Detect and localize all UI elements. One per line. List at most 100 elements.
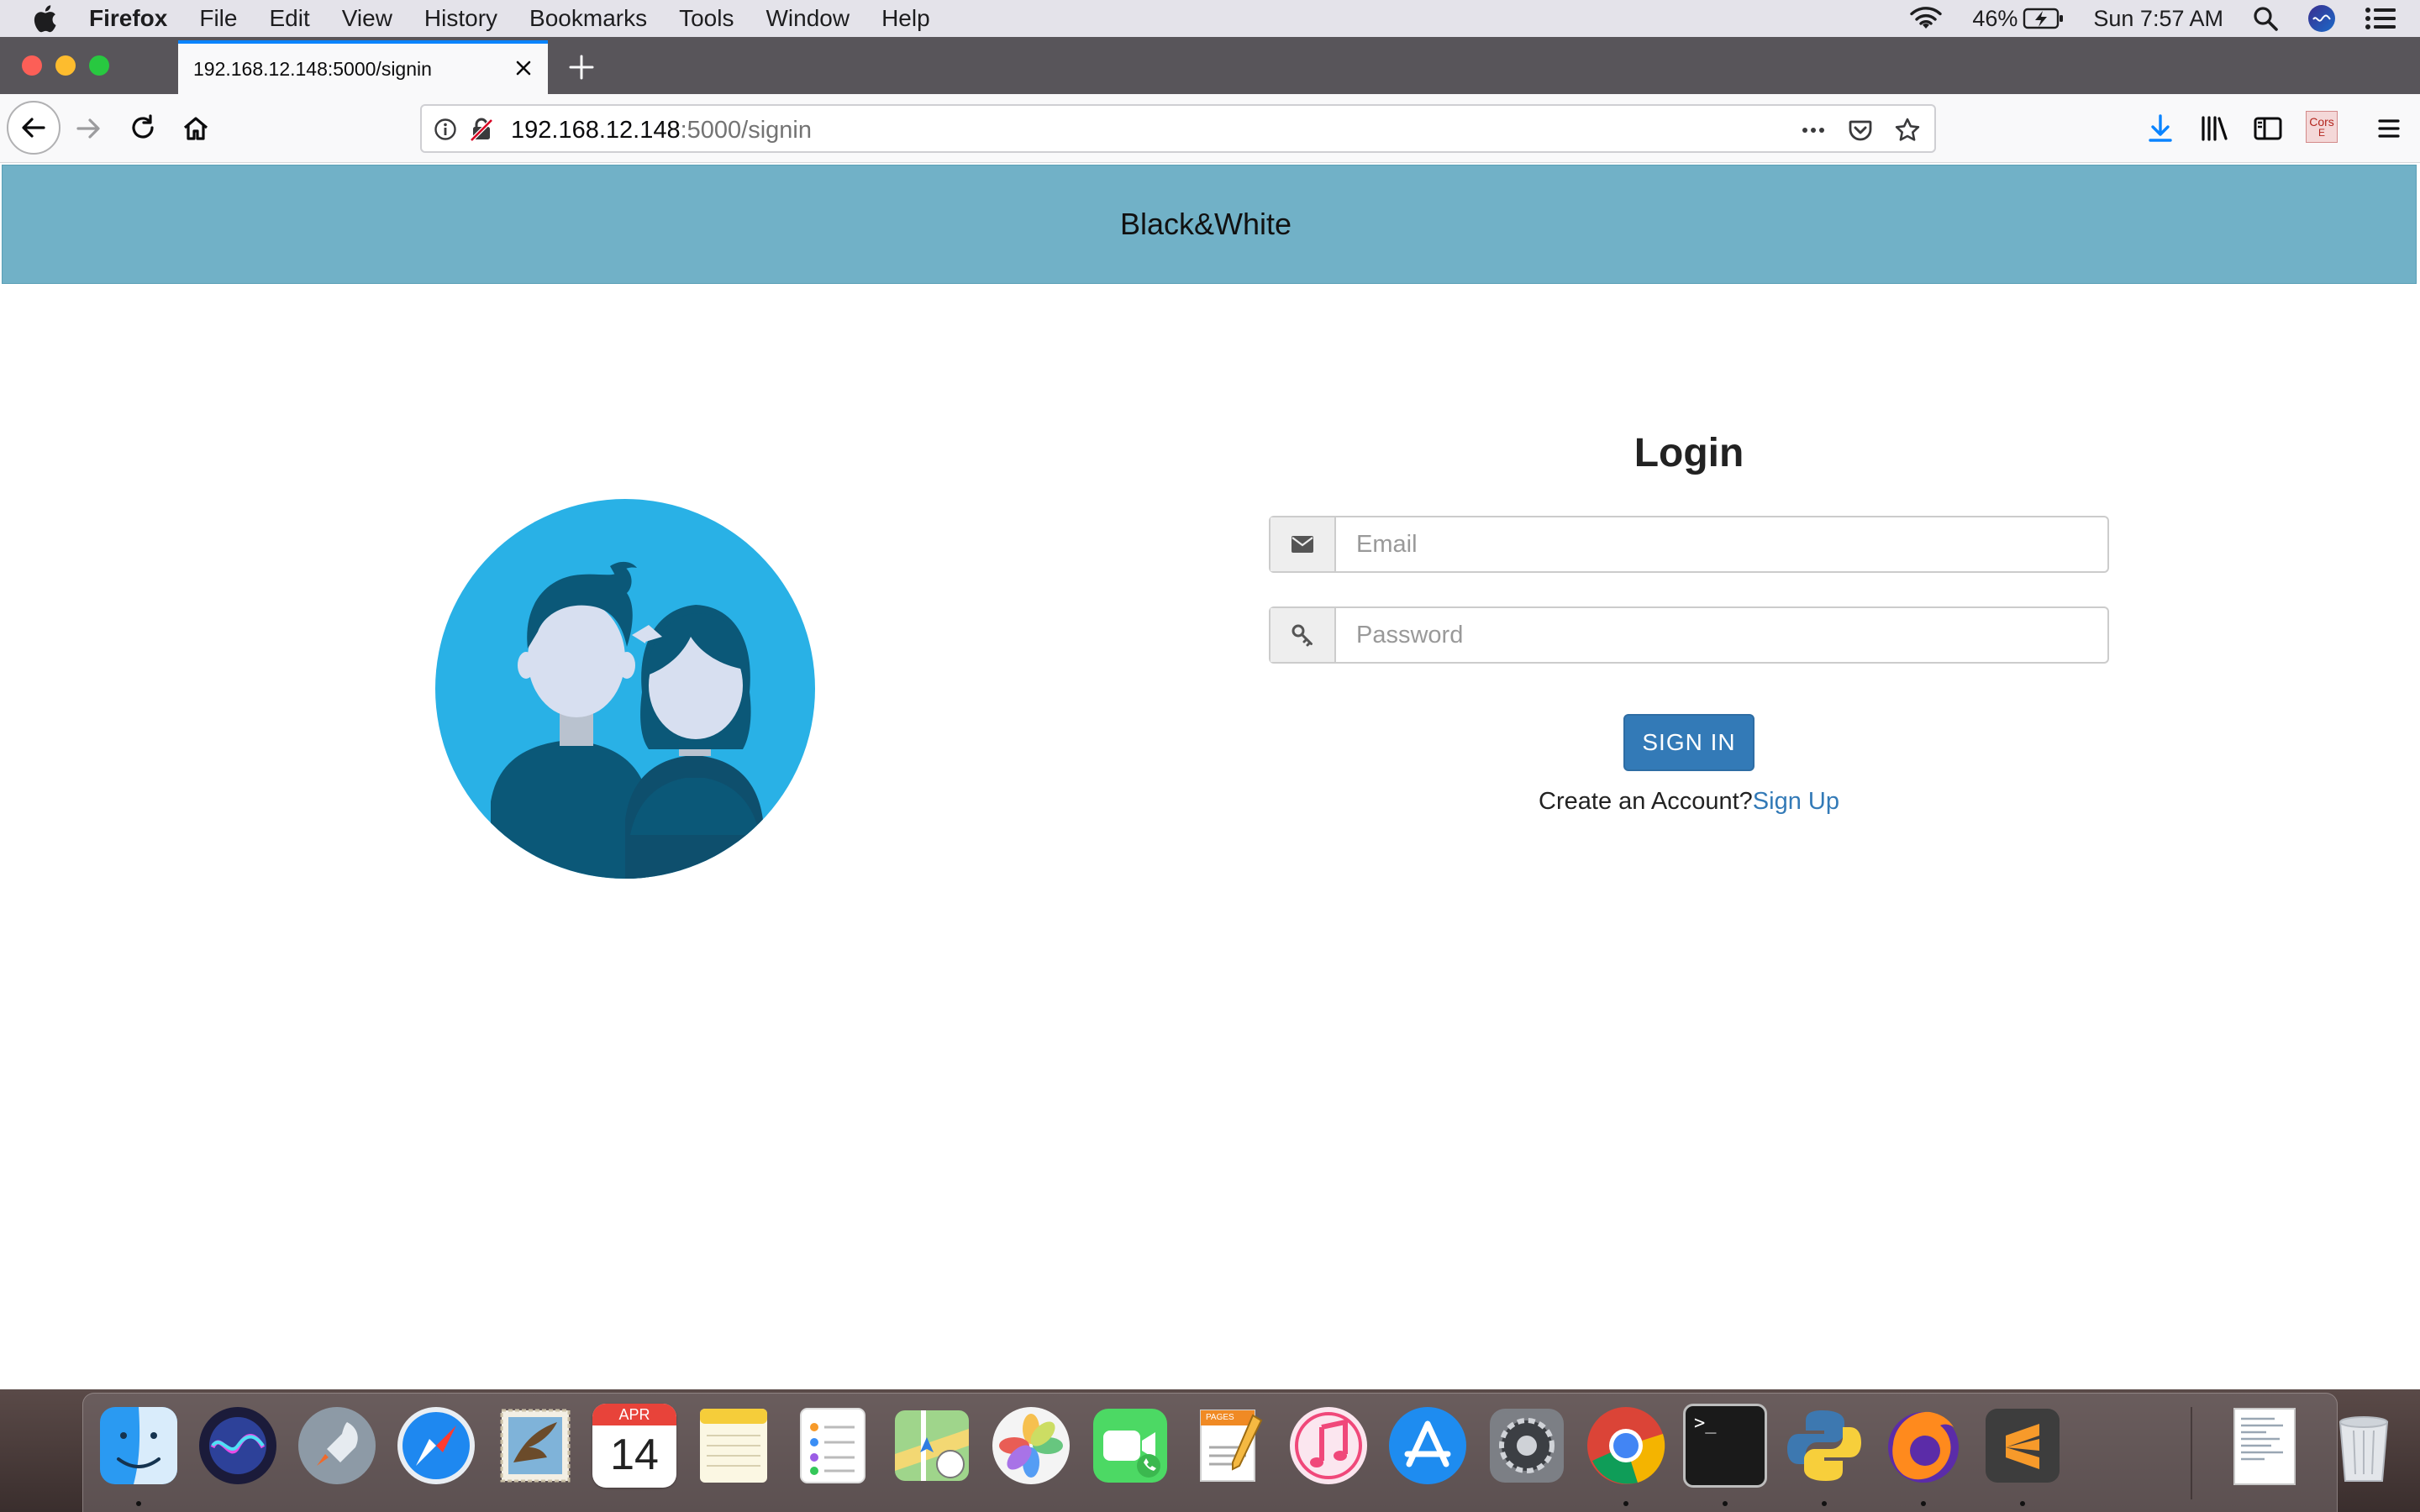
menu-app-name[interactable]: Firefox — [89, 5, 167, 32]
terminal-running-indicator — [1723, 1501, 1728, 1506]
back-arrow-icon — [22, 118, 45, 138]
sign-in-button[interactable]: SIGN IN — [1623, 714, 1754, 771]
email-input[interactable] — [1336, 517, 2107, 571]
mail-stamp-icon[interactable] — [493, 1404, 577, 1488]
maps-icon[interactable] — [890, 1404, 974, 1488]
new-tab-plus-icon[interactable] — [565, 50, 598, 84]
document-stack-icon[interactable] — [2223, 1404, 2307, 1488]
wifi-icon[interactable] — [1908, 5, 1944, 32]
sublime-running-indicator — [2020, 1501, 2025, 1506]
safari-icon[interactable] — [394, 1404, 478, 1488]
launchpad-icon[interactable] — [295, 1404, 379, 1488]
cors-extension-sublabel: E — [2317, 127, 2325, 139]
music-icon[interactable] — [1286, 1404, 1370, 1488]
login-title: Login — [1634, 431, 1744, 475]
battery-charging-icon — [2023, 8, 2064, 29]
browser-tab-active[interactable]: 192.168.12.148:5000/signin — [178, 40, 548, 94]
create-account-prompt: Create an Account?Sign Up — [1269, 788, 2109, 816]
sublime-text-icon[interactable] — [1981, 1404, 2065, 1488]
hamburger-menu-icon[interactable] — [2373, 113, 2405, 144]
password-addon — [1270, 608, 1336, 662]
sidebar-toggle-icon[interactable] — [2252, 113, 2284, 144]
python-launcher-icon[interactable] — [1782, 1404, 1866, 1488]
site-title[interactable]: Black&White — [1120, 207, 1292, 242]
browser-tab-strip: 192.168.12.148:5000/signin — [0, 37, 2420, 94]
reminders-icon[interactable] — [791, 1404, 875, 1488]
app-store-icon[interactable] — [1386, 1404, 1470, 1488]
menubar-clock[interactable]: Sun 7:57 AM — [2093, 6, 2223, 32]
calendar-month: APR — [592, 1404, 676, 1425]
page-actions-more-icon[interactable] — [1800, 117, 1827, 144]
menu-tools[interactable]: Tools — [679, 5, 734, 32]
photos-icon[interactable] — [989, 1404, 1073, 1488]
home-button[interactable] — [173, 106, 218, 151]
siri-icon[interactable] — [2307, 4, 2336, 33]
calendar-icon[interactable]: APR 14 — [592, 1404, 676, 1488]
menu-help[interactable]: Help — [881, 5, 930, 32]
chrome-running-indicator — [1623, 1501, 1628, 1506]
facetime-icon[interactable] — [1088, 1404, 1172, 1488]
chrome-icon[interactable] — [1584, 1404, 1668, 1488]
library-icon[interactable] — [2198, 113, 2230, 144]
pages-icon[interactable]: PAGES — [1187, 1404, 1271, 1488]
dock-separator — [2191, 1407, 2192, 1499]
forward-arrow-icon — [76, 118, 100, 139]
downloads-icon[interactable] — [2144, 113, 2176, 144]
python-running-indicator — [1822, 1501, 1827, 1506]
notification-center-icon[interactable] — [2365, 6, 2396, 31]
spotlight-search-icon[interactable] — [2252, 5, 2279, 32]
forward-button[interactable] — [66, 106, 111, 151]
menubar-status-area: 46% Sun 7:57 AM — [1880, 0, 2396, 37]
password-input[interactable] — [1336, 608, 2107, 662]
password-input-group — [1269, 606, 2109, 664]
url-path: :5000/signin — [680, 117, 812, 144]
cors-extension-icon[interactable]: Cors E — [2306, 111, 2338, 143]
email-addon — [1270, 517, 1336, 571]
finder-running-indicator — [136, 1501, 141, 1506]
tab-close-icon[interactable] — [511, 55, 536, 81]
pages-label: PAGES — [1206, 1413, 1234, 1422]
macos-menu-bar: Firefox File Edit View History Bookmarks… — [0, 0, 2420, 37]
url-bar[interactable]: 192.168.12.148:5000/signin — [420, 104, 1936, 153]
firefox-running-indicator — [1921, 1501, 1926, 1506]
calendar-day: 14 — [610, 1431, 659, 1479]
url-host: 192.168.12.148 — [511, 117, 681, 144]
users-avatar-illustration — [435, 499, 815, 879]
menu-history[interactable]: History — [424, 5, 497, 32]
apple-logo-icon[interactable] — [32, 3, 60, 34]
url-text[interactable]: 192.168.12.148:5000/signin — [511, 117, 812, 144]
sign-up-link[interactable]: Sign Up — [1753, 788, 1839, 815]
menu-edit[interactable]: Edit — [269, 5, 309, 32]
create-account-text: Create an Account? — [1539, 788, 1753, 815]
key-icon — [1292, 624, 1313, 647]
pocket-save-icon[interactable] — [1847, 117, 1874, 144]
system-preferences-icon[interactable] — [1485, 1404, 1569, 1488]
home-icon — [183, 117, 208, 140]
back-button[interactable] — [7, 101, 60, 155]
notes-icon[interactable] — [692, 1404, 776, 1488]
window-zoom-button[interactable] — [89, 55, 109, 76]
bookmark-star-icon[interactable] — [1894, 117, 1921, 144]
window-minimize-button[interactable] — [55, 55, 76, 76]
web-page-content: Black&White Login Email SIGN IN Create a… — [0, 163, 2420, 1389]
siri-app-icon[interactable] — [196, 1404, 280, 1488]
site-info-icon[interactable] — [434, 118, 457, 141]
insecure-connection-icon[interactable] — [469, 117, 494, 142]
finder-icon[interactable] — [97, 1404, 181, 1488]
menu-window[interactable]: Window — [765, 5, 850, 32]
email-input-group — [1269, 516, 2109, 573]
menu-view[interactable]: View — [342, 5, 392, 32]
reload-icon — [132, 114, 154, 139]
macos-dock: APR 14 PAGES >_ — [82, 1393, 2389, 1512]
trash-icon[interactable] — [2322, 1404, 2406, 1488]
tab-title: 192.168.12.148:5000/signin — [193, 57, 432, 80]
window-close-button[interactable] — [22, 55, 42, 76]
reload-button[interactable] — [121, 106, 166, 151]
browser-navigation-toolbar: 192.168.12.148:5000/signin Cors E — [0, 94, 2420, 163]
terminal-icon[interactable]: >_ — [1683, 1404, 1767, 1488]
menu-bookmarks[interactable]: Bookmarks — [529, 5, 647, 32]
battery-status[interactable]: 46% — [1972, 6, 2065, 32]
cors-extension-label: Cors — [2309, 115, 2334, 129]
firefox-icon[interactable] — [1881, 1404, 1965, 1488]
menu-file[interactable]: File — [199, 5, 237, 32]
